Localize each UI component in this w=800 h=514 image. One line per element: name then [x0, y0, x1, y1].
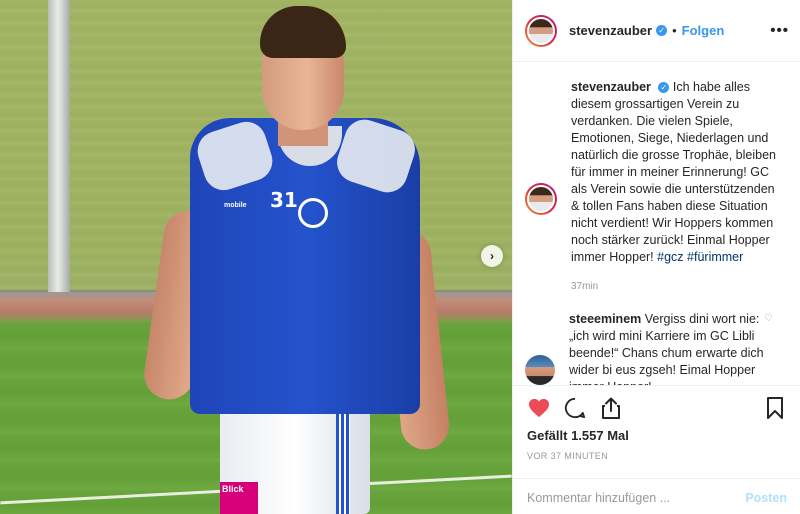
post-timestamp[interactable]: VOR 37 MINUTEN	[527, 451, 787, 461]
caption-time[interactable]: 37min	[571, 278, 785, 295]
comment-item: steeeminem Vergiss dini wort nie: „ich w…	[525, 311, 785, 385]
verified-icon: ✓	[656, 25, 668, 36]
background-pole	[48, 0, 70, 296]
jersey-shoulder-right	[331, 114, 421, 198]
player-hair	[260, 6, 346, 58]
share-icon[interactable]	[599, 396, 623, 420]
post-actions: Gefällt 1.557 Mal VOR 37 MINUTEN Posten	[513, 385, 800, 514]
post-header: stevenzauber ✓ • Folgen •••	[513, 0, 800, 62]
comment-like-icon[interactable]: ♡	[764, 313, 773, 324]
next-photo-button[interactable]: ›	[481, 245, 503, 267]
comment-input[interactable]	[527, 490, 746, 505]
club-badge	[298, 198, 328, 228]
instagram-post: Blick mobile 31 › stevenzauber ✓ • Folge…	[0, 0, 800, 514]
caption-text: Ich habe alles diesem grossartigen Verei…	[571, 80, 776, 264]
follow-button[interactable]: Folgen	[682, 23, 725, 38]
add-comment-bar: Posten	[513, 478, 800, 514]
comment-icon[interactable]	[563, 396, 587, 420]
caption-hashtags[interactable]: #gcz #fürimmer	[657, 250, 743, 264]
comments-list[interactable]: stevenzauber ✓ Ich habe alles diesem gro…	[513, 63, 800, 385]
shorts-sponsor: Blick	[220, 482, 258, 514]
header-separator: •	[672, 23, 677, 38]
jersey-number: 31	[270, 188, 298, 212]
post-photo[interactable]: Blick mobile 31 ›	[0, 0, 512, 514]
heart-icon[interactable]	[527, 396, 551, 420]
jersey-shoulder-left	[192, 116, 278, 196]
caption-row: stevenzauber ✓ Ich habe alles diesem gro…	[525, 79, 785, 295]
post-comment-button[interactable]: Posten	[745, 491, 787, 505]
caption-body: stevenzauber ✓ Ich habe alles diesem gro…	[571, 79, 785, 295]
action-icons	[527, 396, 787, 420]
caption-username[interactable]: stevenzauber	[571, 80, 651, 94]
header-username[interactable]: stevenzauber	[569, 23, 652, 38]
avatar-image	[527, 185, 555, 213]
comment-username[interactable]: steeeminem	[569, 312, 641, 326]
jersey-sponsor: mobile	[224, 202, 247, 209]
player-figure: Blick mobile 31	[141, 0, 460, 514]
commenter-avatar[interactable]	[525, 355, 555, 385]
verified-icon: ✓	[658, 82, 670, 94]
player-jersey: mobile 31	[190, 114, 421, 414]
likes-count[interactable]: Gefällt 1.557 Mal	[527, 428, 787, 443]
more-options-icon[interactable]: •••	[770, 22, 789, 39]
caption-avatar[interactable]	[525, 183, 557, 215]
post-sidebar: stevenzauber ✓ • Folgen ••• stevenzauber…	[512, 0, 800, 514]
avatar-image	[527, 16, 555, 45]
chevron-right-icon: ›	[490, 249, 494, 263]
comment-body: steeeminem Vergiss dini wort nie: „ich w…	[569, 311, 765, 385]
profile-avatar[interactable]	[525, 14, 557, 47]
bookmark-icon[interactable]	[763, 396, 787, 420]
